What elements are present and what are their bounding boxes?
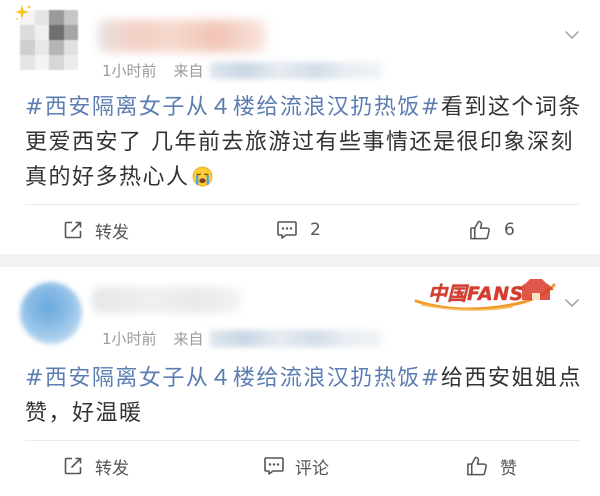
avatar[interactable]: [20, 282, 82, 344]
post-time: 1小时前: [102, 61, 157, 80]
text-segment: 真的好多热心人: [25, 165, 190, 190]
text-line: 赞，好温暖: [25, 396, 582, 431]
text-line: #西安隔离女子从４楼给流浪汉扔热饭#给西安姐姐点: [25, 361, 582, 396]
like-count: 6: [504, 220, 515, 240]
source-link[interactable]: [210, 330, 382, 347]
repost-button[interactable]: 转发: [63, 450, 129, 482]
text-line: #西安隔离女子从４楼给流浪汉扔热饭#看到这个词条: [25, 90, 582, 125]
divider: [25, 440, 580, 441]
chevron-down-icon[interactable]: [564, 30, 580, 40]
comment-button[interactable]: 2: [276, 214, 321, 246]
loudly-crying-face-icon: [192, 166, 212, 187]
action-bar: 转发 评论 赞: [0, 450, 600, 482]
text-segment: 赞，好温暖: [25, 401, 143, 426]
repost-label: 转发: [95, 458, 129, 479]
divider: [25, 204, 580, 205]
comment-button[interactable]: 评论: [263, 450, 329, 482]
text-line: 更爱西安了 几年前去旅游过有些事情还是很印象深刻: [25, 125, 582, 160]
comment-icon: [277, 221, 297, 239]
feed-post[interactable]: 中国FANS 1小时前 来自 #西安隔离女子从４楼给流浪汉扔热饭#给西安姐姐点 …: [0, 267, 600, 496]
comment-count: 2: [310, 220, 321, 240]
text-segment: 更爱西安了 几年前去旅游过有些事情还是很印象深刻: [25, 130, 574, 155]
badge-label: 中国FANS: [428, 283, 524, 305]
hashtag-link[interactable]: #西安隔离女子从４楼给流浪汉扔热饭#: [25, 366, 441, 391]
like-button[interactable]: 赞: [466, 450, 517, 482]
source-label: 来自: [173, 61, 204, 80]
comment-label: 评论: [295, 458, 329, 479]
chevron-down-icon[interactable]: [564, 298, 580, 308]
post-time: 1小时前: [102, 329, 157, 348]
post-text: #西安隔离女子从４楼给流浪汉扔热饭#看到这个词条 更爱西安了 几年前去旅游过有些…: [25, 90, 582, 195]
username[interactable]: [92, 287, 242, 313]
fans-badge: 中国FANS: [408, 270, 558, 316]
like-icon: [467, 456, 487, 476]
feed-post[interactable]: 1小时前 来自 #西安隔离女子从４楼给流浪汉扔热饭#看到这个词条 更爱西安了 几…: [0, 0, 600, 254]
repost-icon: [64, 457, 82, 475]
like-icon: [470, 220, 490, 240]
like-label: 赞: [500, 458, 517, 479]
source-label: 来自: [173, 329, 204, 348]
comment-icon: [264, 457, 284, 475]
source-link[interactable]: [210, 62, 382, 79]
post-text: #西安隔离女子从４楼给流浪汉扔热饭#给西安姐姐点 赞，好温暖: [25, 361, 582, 431]
post-separator: [0, 254, 600, 267]
hashtag-link[interactable]: #西安隔离女子从４楼给流浪汉扔热饭#: [25, 95, 441, 120]
repost-label: 转发: [95, 222, 129, 243]
repost-icon: [64, 221, 82, 239]
username[interactable]: [98, 20, 266, 52]
sparkle-icon: [15, 5, 31, 20]
text-segment: 给西安姐姐点: [440, 366, 582, 391]
text-line: 真的好多热心人: [25, 160, 582, 195]
action-bar: 转发 2 6: [0, 214, 600, 246]
text-segment: 看到这个词条: [440, 95, 582, 120]
post-meta: 1小时前 来自: [102, 61, 204, 80]
like-button[interactable]: 6: [469, 214, 515, 246]
repost-button[interactable]: 转发: [63, 214, 129, 246]
post-meta: 1小时前 来自: [102, 329, 204, 348]
